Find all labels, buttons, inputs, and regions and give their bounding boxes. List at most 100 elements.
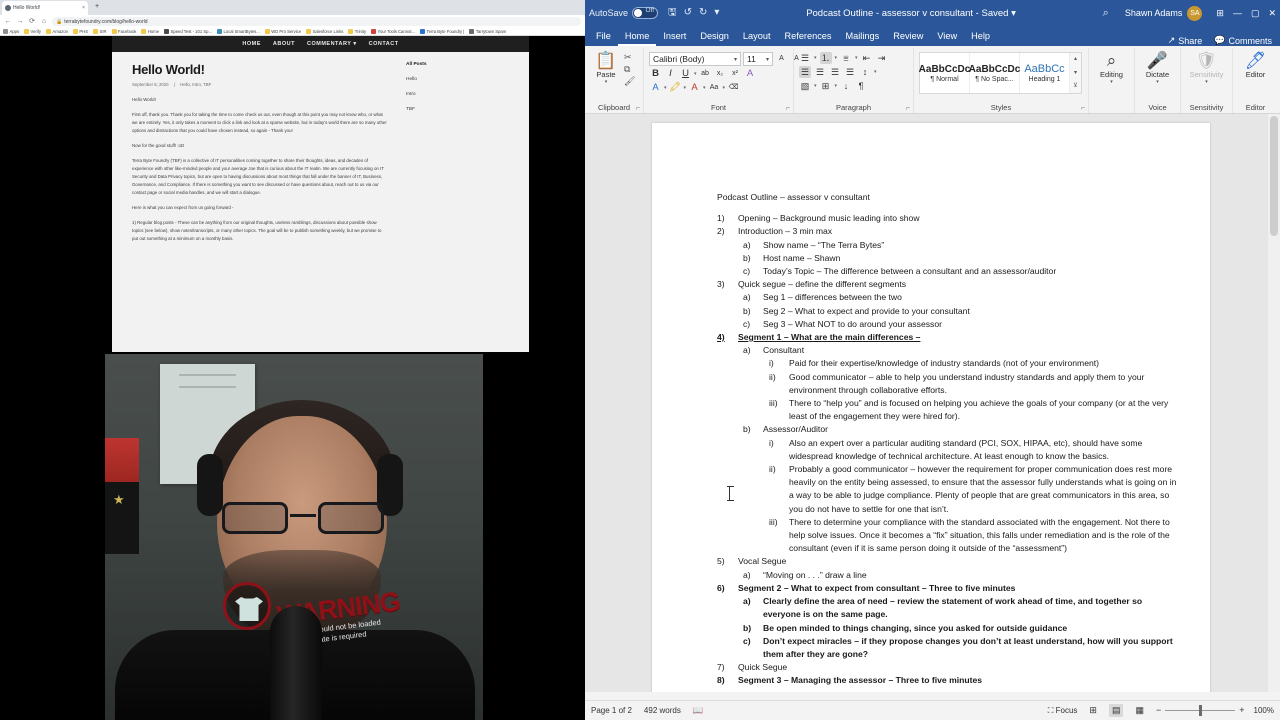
bookmark-item[interactable]: Facebook: [111, 29, 136, 35]
new-tab-button[interactable]: +: [95, 3, 99, 11]
forward-icon[interactable]: →: [16, 17, 24, 26]
bookmark-item[interactable]: Terra Byte Foundry |: [420, 29, 464, 35]
change-case-icon[interactable]: A: [649, 82, 662, 94]
scroll-down-icon[interactable]: ▾: [1070, 67, 1081, 80]
page-number[interactable]: Page 1 of 2: [591, 706, 632, 715]
sidebar-link[interactable]: Intro: [406, 92, 529, 97]
zoom-handle[interactable]: [1199, 705, 1203, 716]
show-formatting-marks-icon[interactable]: ¶: [855, 80, 867, 92]
print-layout-button[interactable]: ▤: [1108, 704, 1124, 717]
bookmark-item[interactable]: Your Tools Cannot...: [371, 29, 415, 35]
font-dialog-launcher[interactable]: ⌐: [786, 105, 790, 112]
home-icon[interactable]: ⌂: [40, 17, 48, 26]
styles-more-icon[interactable]: ⊻: [1070, 80, 1081, 93]
word-count[interactable]: 492 words: [644, 706, 681, 715]
sort-icon[interactable]: ↓: [840, 80, 852, 92]
font-name-combobox[interactable]: Calibri (Body) ▾: [649, 52, 741, 66]
style-item[interactable]: AaBbCc Heading 1: [1020, 53, 1070, 93]
document-page[interactable]: Podcast Outline – assessor v consultant …: [652, 123, 1210, 692]
scrollbar-thumb[interactable]: [1270, 116, 1278, 236]
bookmark-item[interactable]: SIR: [93, 29, 107, 35]
change-case-button[interactable]: Aa: [708, 82, 721, 94]
vertical-scrollbar[interactable]: [1268, 114, 1280, 692]
style-item[interactable]: AaBbCcDc ¶ Normal: [919, 53, 970, 93]
ribbon-tab-view[interactable]: View: [930, 27, 964, 46]
focus-button[interactable]: ⛶ Focus: [1048, 706, 1078, 716]
ribbon-tab-layout[interactable]: Layout: [736, 27, 778, 46]
close-icon[interactable]: ×: [82, 5, 85, 11]
styles-dialog-launcher[interactable]: ⌐: [1081, 105, 1085, 112]
text-effects-icon[interactable]: A: [744, 68, 757, 80]
bookmark-item[interactable]: Apps: [3, 29, 19, 35]
web-layout-button[interactable]: ▦: [1132, 704, 1147, 717]
search-icon[interactable]: ⌕: [1103, 7, 1109, 20]
subscript-button[interactable]: x₂: [714, 68, 727, 80]
bold-button[interactable]: B: [649, 68, 662, 80]
text-highlight-icon[interactable]: 🖍: [669, 82, 682, 94]
superscript-button[interactable]: x²: [729, 68, 742, 80]
maximize-button[interactable]: ▢: [1251, 8, 1260, 19]
bookmark-item[interactable]: WD Pro Service: [264, 29, 301, 35]
sidebar-link[interactable]: Hello: [406, 77, 529, 82]
chevron-down-icon[interactable]: ▾: [1156, 80, 1159, 85]
ribbon-tab-insert[interactable]: Insert: [656, 27, 693, 46]
chevron-down-icon[interactable]: ▾: [1110, 80, 1113, 85]
read-mode-button[interactable]: ⊞: [1086, 704, 1100, 717]
zoom-slider[interactable]: − +: [1156, 705, 1245, 716]
undo-icon[interactable]: ↺: [684, 7, 692, 19]
scroll-up-icon[interactable]: ▴: [1070, 53, 1081, 66]
underline-button[interactable]: U: [679, 68, 692, 80]
font-color-icon[interactable]: A: [688, 82, 701, 94]
align-left-icon[interactable]: ☰: [799, 66, 811, 78]
justify-icon[interactable]: ☰: [844, 66, 856, 78]
bookmark-item[interactable]: Verify: [24, 29, 41, 35]
bookmark-item[interactable]: PHS: [72, 29, 88, 35]
ribbon-tab-help[interactable]: Help: [964, 27, 997, 46]
zoom-level[interactable]: 100%: [1254, 706, 1274, 715]
align-center-icon[interactable]: ☰: [814, 66, 826, 78]
copy-icon[interactable]: ⧉: [624, 64, 635, 74]
autosave-toggle[interactable]: AutoSave Off: [589, 7, 659, 19]
clipboard-dialog-launcher[interactable]: ⌐: [636, 105, 640, 112]
bookmark-item[interactable]: Speed Test - 101 Sp...: [164, 29, 212, 35]
close-button[interactable]: ✕: [1268, 8, 1276, 19]
ribbon-tab-mailings[interactable]: Mailings: [839, 27, 887, 46]
ribbon-display-icon[interactable]: ⊞: [1216, 8, 1224, 19]
ribbon-tab-file[interactable]: File: [589, 27, 618, 46]
user-account[interactable]: Shawn Adams SA: [1125, 5, 1203, 21]
editor-button[interactable]: 🖊 Editor: [1240, 50, 1272, 79]
back-icon[interactable]: ←: [4, 17, 12, 26]
italic-button[interactable]: I: [664, 68, 677, 80]
chevron-down-icon[interactable]: ▾: [1205, 80, 1208, 85]
sensitivity-button[interactable]: 🛡 Sensitivity ▾: [1190, 50, 1224, 85]
ribbon-tab-review[interactable]: Review: [886, 27, 930, 46]
address-bar[interactable]: 🔒 terrabytefoundry.com/blog/hello-world: [52, 17, 581, 26]
styles-scroll[interactable]: ▴ ▾ ⊻: [1070, 53, 1081, 93]
bookmark-item[interactable]: Tarrytown Spam: [469, 29, 506, 35]
autosave-switch[interactable]: Off: [632, 7, 659, 19]
increase-indent-icon[interactable]: ⇥: [876, 52, 888, 64]
format-painter-icon[interactable]: 🖌: [624, 76, 635, 86]
ribbon-tab-home[interactable]: Home: [617, 27, 657, 46]
zoom-in-button[interactable]: +: [1239, 706, 1244, 715]
site-nav-link[interactable]: HOME: [242, 41, 261, 47]
customize-qat-icon[interactable]: ▾: [714, 7, 719, 19]
chevron-down-icon[interactable]: ▾: [605, 80, 608, 85]
share-button[interactable]: ↗ Share: [1168, 35, 1203, 46]
zoom-out-button[interactable]: −: [1156, 706, 1161, 715]
site-nav-link[interactable]: CONTACT: [369, 41, 399, 47]
multilevel-list-icon[interactable]: ⩸: [840, 52, 852, 64]
paste-button[interactable]: 📋 Paste ▾: [590, 50, 622, 85]
ribbon-tab-design[interactable]: Design: [693, 27, 736, 46]
cut-icon[interactable]: ✂: [624, 52, 635, 62]
reload-icon[interactable]: ⟳: [28, 17, 36, 26]
align-right-icon[interactable]: ☰: [829, 66, 841, 78]
document-title[interactable]: Podcast Outline - assessor v consultant …: [725, 8, 1096, 19]
clear-formatting-icon[interactable]: ⌫: [727, 82, 740, 94]
line-spacing-icon[interactable]: ↕: [859, 66, 871, 78]
bookmark-item[interactable]: Amazon: [46, 29, 68, 35]
redo-icon[interactable]: ↻: [699, 7, 707, 19]
styles-gallery[interactable]: AaBbCcDc ¶ Normal AaBbCcDc ¶ No Spac... AaBb…: [919, 52, 1082, 94]
paragraph-dialog-launcher[interactable]: ⌐: [906, 105, 910, 112]
bookmark-item[interactable]: Local SmartBytes...: [216, 29, 260, 35]
